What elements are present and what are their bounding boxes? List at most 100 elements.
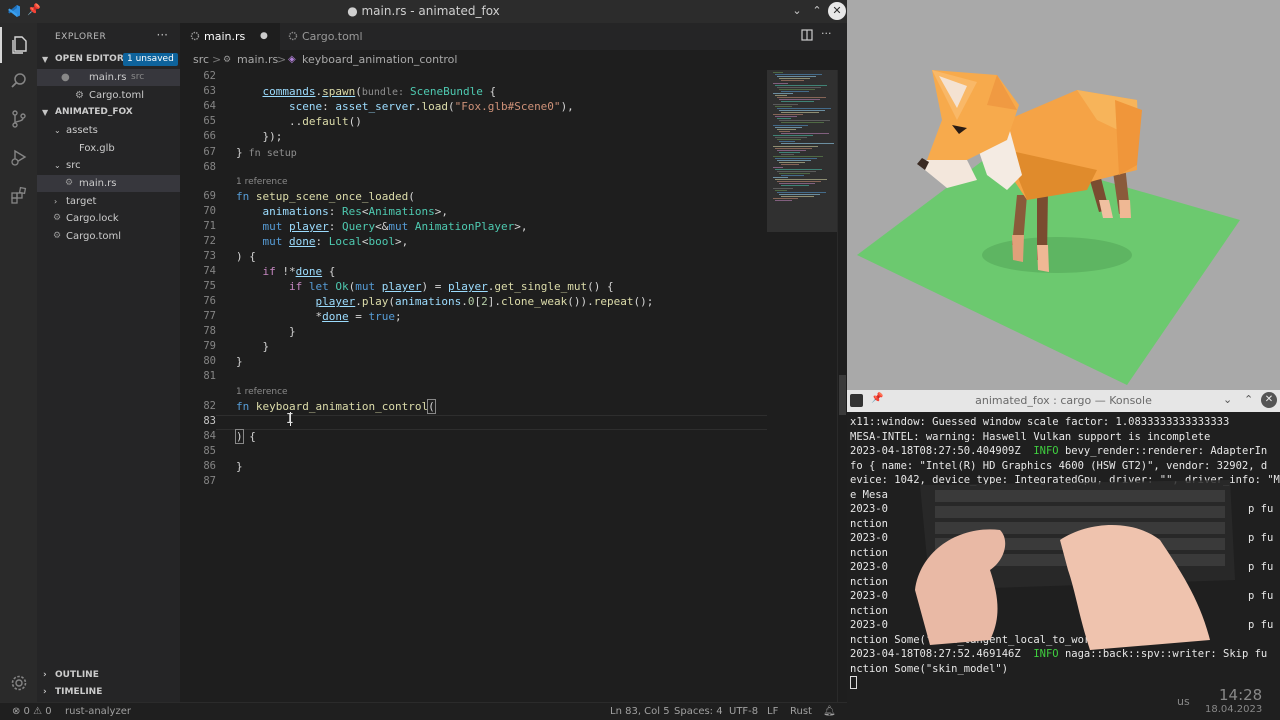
unsaved-dot-icon[interactable]: ● — [61, 69, 70, 86]
explorer-sidebar: EXPLORER ··· ▼ OPEN EDITORS 1 unsaved ● … — [37, 23, 180, 702]
line-number: 84 — [203, 430, 216, 442]
clock-time[interactable]: 14:28 — [1219, 686, 1262, 704]
tab-main-rs[interactable]: main.rs ● — [180, 23, 280, 50]
line-number: 86 — [203, 460, 216, 472]
open-editor-name: Cargo.toml — [89, 90, 145, 101]
code-line-73: ) { — [236, 250, 256, 263]
tree-folder-src[interactable]: ⌄ src — [37, 157, 180, 174]
tab-cargo-toml[interactable]: Cargo.toml — [280, 23, 380, 50]
code-line-69: fn setup_scene_once_loaded( — [236, 190, 415, 203]
cursor-position[interactable]: Ln 83, Col 5 — [610, 703, 670, 720]
code-line-66: }); — [236, 130, 283, 143]
extensions-activity-icon[interactable] — [0, 177, 37, 213]
unsaved-dot-icon[interactable]: ● — [260, 23, 268, 50]
minimap-line — [775, 137, 807, 139]
minimap-line — [777, 170, 816, 172]
tree-file-cargo-toml[interactable]: ⚙ Cargo.toml — [37, 228, 180, 245]
minimap-line — [773, 124, 808, 126]
project-section[interactable]: ▼ ANIMATED_FOX — [37, 104, 180, 121]
split-editor-icon[interactable] — [801, 29, 813, 44]
minimap-line — [775, 189, 787, 191]
close-button[interactable]: ✕ — [1261, 392, 1277, 408]
open-editors-section[interactable]: ▼ OPEN EDITORS 1 unsaved — [37, 51, 180, 68]
minimap-line — [781, 132, 829, 134]
file-label: Cargo.lock — [66, 213, 119, 224]
terminal-line: 2023-0 — [850, 532, 888, 544]
terminal-line: x11::window: Guessed window scale factor… — [850, 416, 1230, 428]
file-label: Cargo.toml — [66, 231, 122, 242]
open-editor-item-cargo-toml[interactable]: ⚙ Cargo.toml — [37, 87, 180, 104]
line-number: 79 — [203, 340, 216, 352]
code-text: } — [236, 460, 243, 473]
terminal-line: e Mesa — [850, 488, 888, 501]
terminal-line-fragment: p fu — [1248, 590, 1274, 602]
tree-file-cargo-lock[interactable]: ⚙ Cargo.lock — [37, 210, 180, 227]
minimap-line — [781, 80, 804, 82]
line-number: 62 — [203, 70, 216, 82]
terminal-line: 2023-0 — [850, 561, 888, 573]
breadcrumb-symbol[interactable]: keyboard_animation_control — [302, 50, 457, 70]
tree-file-main-rs[interactable]: ⚙ main.rs — [37, 175, 180, 192]
terminal-line: nction — [850, 575, 888, 588]
open-editor-detail: src — [131, 72, 145, 82]
settings-gear-icon[interactable] — [0, 665, 37, 701]
open-editor-item-main-rs[interactable]: ● main.rs src — [37, 69, 180, 86]
bevy-game-window[interactable] — [847, 0, 1280, 390]
breadcrumb-file[interactable]: main.rs — [237, 50, 278, 70]
line-number: 68 — [203, 161, 216, 173]
minimap-line — [779, 120, 830, 122]
minimap-line — [775, 95, 787, 97]
inlay-hint: fn setup — [242, 148, 297, 159]
codelens-references[interactable]: 1 reference — [236, 387, 288, 397]
rust-file-icon — [190, 24, 200, 41]
outline-section[interactable]: › OUTLINE — [37, 667, 180, 684]
explorer-activity-icon[interactable] — [0, 27, 37, 63]
breadcrumb-separator: > — [277, 53, 287, 66]
tree-file-fox-glb[interactable]: Fox.glb — [37, 140, 180, 157]
tree-folder-target[interactable]: › target — [37, 193, 180, 210]
eol-setting[interactable]: LF — [767, 703, 778, 720]
close-button[interactable]: ✕ — [828, 2, 846, 20]
keyboard-layout-indicator[interactable]: us — [1177, 695, 1190, 708]
minimap[interactable] — [767, 70, 837, 702]
file-label: Fox.glb — [79, 143, 115, 154]
vertical-scrollbar[interactable] — [837, 70, 847, 702]
rust-analyzer-status[interactable]: rust-analyzer — [65, 703, 131, 720]
minimap-line — [781, 101, 814, 103]
terminal-line: 2023-0 — [850, 619, 888, 631]
search-activity-icon[interactable] — [0, 63, 37, 99]
code-editor[interactable]: 62 63 64 65 66 67 68 69 70 71 72 73 74 75 76 77 78 79 80 81… — [180, 70, 767, 702]
source-control-activity-icon[interactable] — [0, 101, 37, 137]
maximize-button[interactable]: ⌃ — [808, 2, 826, 20]
minimap-line — [781, 122, 824, 124]
line-number: 64 — [203, 100, 216, 112]
tab-label: Cargo.toml — [302, 30, 363, 43]
code-line-82: fn keyboard_animation_control( — [236, 399, 436, 414]
breadcrumb-src[interactable]: src — [193, 50, 209, 70]
notifications-bell-icon[interactable]: 🔔︎ — [823, 703, 836, 720]
minimap-line — [777, 86, 821, 88]
minimap-line — [779, 99, 820, 101]
function-name: keyboard_animation_control — [255, 400, 429, 413]
problems-indicator[interactable]: ⊗ 0 ⚠ 0 — [12, 703, 52, 720]
minimap-line — [777, 139, 801, 141]
minimize-button[interactable]: ⌄ — [788, 2, 806, 20]
maximize-button[interactable]: ⌃ — [1244, 393, 1253, 406]
minimap-line — [781, 164, 799, 166]
encoding-setting[interactable]: UTF-8 — [729, 703, 758, 720]
folder-label: src — [66, 160, 81, 171]
minimize-button[interactable]: ⌄ — [1223, 393, 1232, 406]
chevron-right-icon: › — [43, 670, 47, 680]
konsole-title: animated_fox : cargo — Konsole — [975, 394, 1152, 407]
codelens-references[interactable]: 1 reference — [236, 177, 288, 187]
code-line-65: ..default() — [236, 115, 362, 128]
tree-folder-assets[interactable]: ⌄ assets — [37, 122, 180, 139]
more-actions-icon[interactable]: ··· — [821, 27, 832, 40]
more-actions-icon[interactable]: ··· — [157, 28, 168, 42]
folder-label: assets — [66, 125, 98, 136]
language-mode[interactable]: Rust — [790, 703, 812, 720]
indentation-setting[interactable]: Spaces: 4 — [674, 703, 723, 720]
timeline-section[interactable]: › TIMELINE — [37, 684, 180, 701]
run-debug-activity-icon[interactable] — [0, 139, 37, 175]
vscode-window: 📌 ● main.rs - animated_fox ⌄ ⌃ ✕ EXPLORE… — [0, 0, 847, 720]
